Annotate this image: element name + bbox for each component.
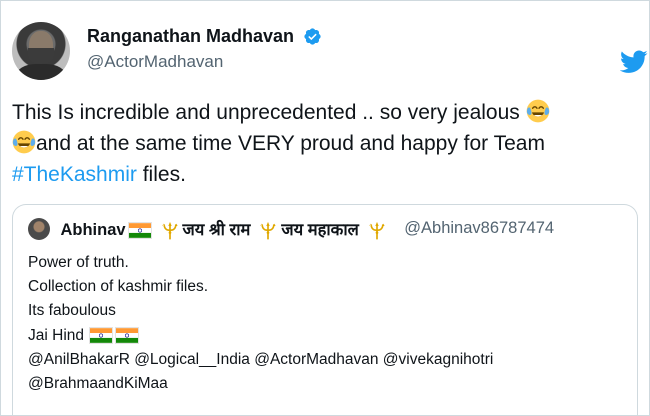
quoted-tweet-header: Abhinav जय श्री राम जय महाकाल @Abhinav8678… <box>28 217 554 243</box>
quoted-line-jai-hind: Jai Hind <box>28 324 493 348</box>
quoted-author-name[interactable]: Abhinav जय श्री राम जय महाकाल <box>60 217 389 241</box>
trishul-icon <box>369 221 385 239</box>
quoted-mentions-line-2[interactable]: @BrahmaandKiMaa <box>28 372 493 396</box>
trishul-icon <box>162 221 178 239</box>
india-flag-icon <box>127 222 152 240</box>
quoted-author-handle[interactable]: @Abhinav86787474 <box>404 219 554 238</box>
quoted-mentions-line-1[interactable]: @AnilBhakarR @Logical__India @ActorMadha… <box>28 348 493 372</box>
quoted-author-name-segment-1: जय श्री राम <box>182 221 251 239</box>
india-flag-icon <box>89 326 114 344</box>
hashtag-link[interactable]: #TheKashmir <box>12 163 137 186</box>
author-name-row[interactable]: Ranganathan Madhavan <box>87 26 322 47</box>
tweet-text: This Is incredible and unprecedented .. … <box>12 97 638 190</box>
quoted-author-first-name: Abhinav <box>60 221 126 239</box>
tweet-text-part-2: and at the same time VERY proud and happ… <box>36 132 545 155</box>
trishul-icon <box>260 221 276 239</box>
quoted-author-name-segment-2: जय महाकाल <box>281 221 359 239</box>
quoted-line: Its faboulous <box>28 302 116 320</box>
tweet-text-part-3: files. <box>136 163 186 186</box>
face-with-tears-of-joy-icon <box>12 130 36 154</box>
author-avatar[interactable] <box>12 22 70 80</box>
india-flag-icon <box>115 326 140 344</box>
author-handle[interactable]: @ActorMadhavan <box>87 52 223 72</box>
quoted-author-avatar[interactable] <box>28 217 50 240</box>
tweet-text-part-1: This Is incredible and unprecedented .. … <box>12 101 526 124</box>
quoted-line: Collection of kashmir files. <box>28 278 209 296</box>
quoted-line-text: Jai Hind <box>28 326 84 344</box>
author-name[interactable]: Ranganathan Madhavan <box>87 26 294 47</box>
face-with-tears-of-joy-icon <box>526 99 549 123</box>
quoted-tweet[interactable]: Abhinav जय श्री राम जय महाकाल @Abhinav8678… <box>12 204 638 416</box>
tweet-header: Ranganathan Madhavan @ActorMadhavan <box>9 22 648 82</box>
twitter-bird-icon[interactable] <box>620 50 648 74</box>
verified-badge-icon <box>303 28 321 45</box>
quoted-tweet-body: Power of truth. Collection of kashmir fi… <box>28 251 493 396</box>
quoted-line: Power of truth. <box>28 254 129 271</box>
